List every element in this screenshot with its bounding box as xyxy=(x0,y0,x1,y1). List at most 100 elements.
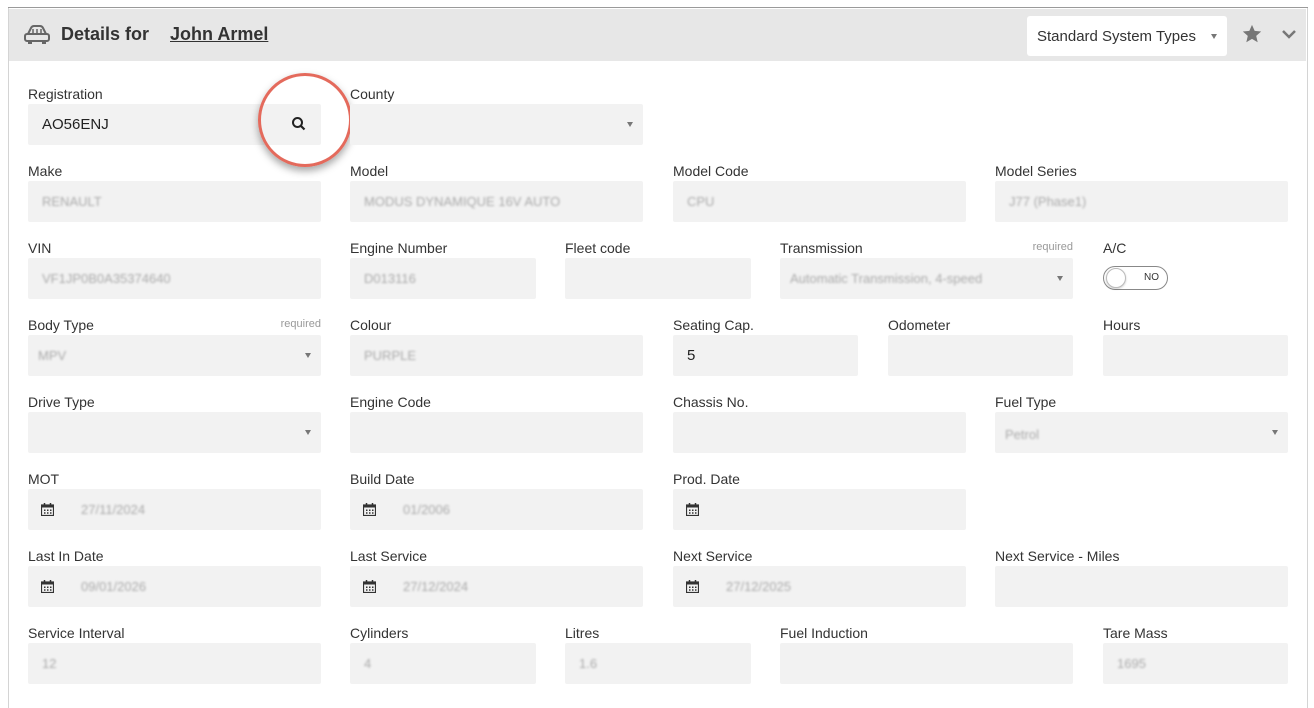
county-select[interactable] xyxy=(350,104,643,145)
service-interval-label: Service Interval xyxy=(28,625,125,641)
last-service-label: Last Service xyxy=(350,548,428,564)
hours-label: Hours xyxy=(1103,317,1141,333)
build-date-value: 01/2006 xyxy=(403,502,450,517)
engine-code-input[interactable] xyxy=(350,412,643,453)
service-interval-value: 12 xyxy=(42,656,57,671)
last-service-input[interactable]: 27/12/2024 xyxy=(350,566,643,607)
next-service-input[interactable]: 27/12/2025 xyxy=(673,566,966,607)
registration-label: Registration xyxy=(28,86,103,102)
service-interval-input[interactable]: 12 xyxy=(28,643,321,684)
model-code-label: Model Code xyxy=(673,163,749,179)
engine-number-value: D013116 xyxy=(364,271,416,286)
build-date-label: Build Date xyxy=(350,471,415,487)
mot-value: 27/11/2024 xyxy=(81,502,146,517)
county-label: County xyxy=(350,86,395,102)
caret-down-icon xyxy=(305,430,311,435)
vin-value: VF1JP0B0A35374640 xyxy=(42,271,171,286)
next-service-miles-label: Next Service - Miles xyxy=(995,548,1120,564)
seating-cap-value: 5 xyxy=(687,347,696,364)
make-value: RENAULT xyxy=(42,194,102,209)
fuel-induction-input[interactable] xyxy=(780,643,1073,684)
ac-label: A/C xyxy=(1103,240,1127,256)
engine-number-field[interactable]: D013116 xyxy=(350,258,536,299)
required-indicator: required xyxy=(1032,241,1073,253)
next-service-value: 27/12/2025 xyxy=(726,579,792,594)
litres-value: 1.6 xyxy=(579,656,598,671)
next-service-label: Next Service xyxy=(673,548,753,564)
transmission-select[interactable]: Automatic Transmission, 4-speed xyxy=(780,258,1073,299)
seating-cap-label: Seating Cap. xyxy=(673,317,754,333)
transmission-label: Transmission xyxy=(780,240,863,256)
car-icon xyxy=(24,25,50,44)
calendar-icon xyxy=(363,503,376,516)
model-series-field[interactable]: J77 (Phase1) xyxy=(995,181,1288,222)
caret-down-icon xyxy=(627,122,633,127)
model-series-value: J77 (Phase1) xyxy=(1009,194,1087,209)
caret-down-icon xyxy=(1272,430,1278,435)
tare-mass-input[interactable]: 1695 xyxy=(1103,643,1288,684)
toggle-knob xyxy=(1106,268,1126,288)
vin-field[interactable]: VF1JP0B0A35374640 xyxy=(28,258,321,299)
odometer-input[interactable] xyxy=(888,335,1073,376)
fleet-code-label: Fleet code xyxy=(565,240,631,256)
last-in-date-input[interactable]: 09/01/2026 xyxy=(28,566,321,607)
cylinders-value: 4 xyxy=(364,656,372,671)
system-types-value: Standard System Types xyxy=(1037,28,1196,45)
caret-down-icon xyxy=(1057,276,1063,281)
transmission-value: Automatic Transmission, 4-speed xyxy=(790,271,983,286)
hours-input[interactable] xyxy=(1103,335,1288,376)
ac-toggle-value: NO xyxy=(1144,272,1159,283)
calendar-icon xyxy=(41,503,54,516)
fuel-type-select[interactable]: Petrol xyxy=(995,412,1288,453)
star-icon[interactable] xyxy=(1241,23,1263,45)
make-field[interactable]: RENAULT xyxy=(28,181,321,222)
model-code-field[interactable]: CPU xyxy=(673,181,966,222)
model-code-value: CPU xyxy=(687,194,715,209)
customer-name-link[interactable]: John Armel xyxy=(170,24,268,45)
calendar-icon xyxy=(41,580,54,593)
chevron-down-icon[interactable] xyxy=(1281,28,1297,40)
prod-date-input[interactable] xyxy=(673,489,966,530)
vin-label: VIN xyxy=(28,240,52,256)
prod-date-label: Prod. Date xyxy=(673,471,740,487)
last-in-date-value: 09/01/2026 xyxy=(81,579,147,594)
calendar-icon xyxy=(363,580,376,593)
chassis-no-label: Chassis No. xyxy=(673,394,749,410)
body-type-select[interactable]: MPV xyxy=(28,335,321,376)
model-series-label: Model Series xyxy=(995,163,1077,179)
cylinders-input[interactable]: 4 xyxy=(350,643,536,684)
fleet-code-field[interactable] xyxy=(565,258,751,299)
engine-code-label: Engine Code xyxy=(350,394,431,410)
mot-label: MOT xyxy=(28,471,60,487)
required-indicator: required xyxy=(280,318,321,330)
system-types-select[interactable]: Standard System Types xyxy=(1027,16,1227,56)
caret-down-icon xyxy=(305,353,311,358)
next-service-miles-input[interactable] xyxy=(995,566,1288,607)
last-service-value: 27/12/2024 xyxy=(403,579,469,594)
ac-toggle[interactable]: NO xyxy=(1103,266,1168,290)
mot-date-input[interactable]: 27/11/2024 xyxy=(28,489,321,530)
calendar-icon xyxy=(686,503,699,516)
fuel-type-value: Petrol xyxy=(1005,427,1039,442)
seating-cap-input[interactable]: 5 xyxy=(673,335,858,376)
fuel-induction-label: Fuel Induction xyxy=(780,625,868,641)
model-field[interactable]: MODUS DYNAMIQUE 16V AUTO xyxy=(350,181,643,222)
drive-type-select[interactable] xyxy=(28,412,321,453)
model-value: MODUS DYNAMIQUE 16V AUTO xyxy=(364,194,561,209)
calendar-icon xyxy=(686,580,699,593)
cylinders-label: Cylinders xyxy=(350,625,409,641)
make-label: Make xyxy=(28,163,63,179)
engine-number-label: Engine Number xyxy=(350,240,448,256)
highlight-circle xyxy=(258,73,352,167)
fuel-type-label: Fuel Type xyxy=(995,394,1057,410)
tare-mass-value: 1695 xyxy=(1117,656,1146,671)
model-label: Model xyxy=(350,163,389,179)
litres-input[interactable]: 1.6 xyxy=(565,643,751,684)
colour-field[interactable]: PURPLE xyxy=(350,335,643,376)
chassis-no-input[interactable] xyxy=(673,412,966,453)
build-date-input[interactable]: 01/2006 xyxy=(350,489,643,530)
litres-label: Litres xyxy=(565,625,600,641)
body-type-value: MPV xyxy=(38,348,67,363)
body-type-label: Body Type xyxy=(28,317,94,333)
last-in-date-label: Last In Date xyxy=(28,548,104,564)
